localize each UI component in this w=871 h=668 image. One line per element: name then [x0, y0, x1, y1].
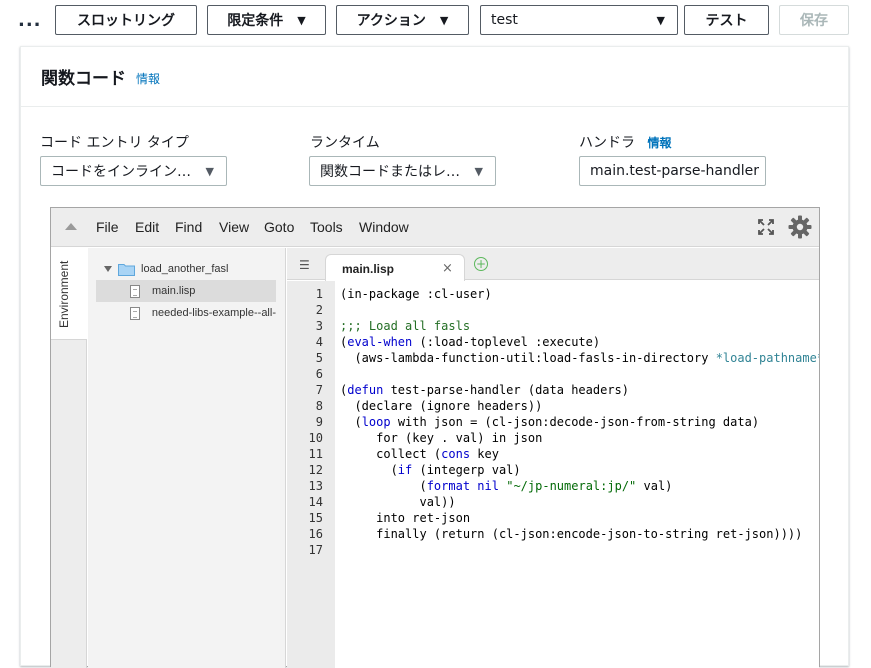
throttling-label: スロットリング [77, 13, 175, 29]
editor-tabbar: ☰ main.lisp × + [287, 248, 819, 281]
line-number: 11 [308, 447, 323, 461]
collapse-menu-icon[interactable] [65, 223, 77, 230]
line-number: 9 [315, 415, 323, 429]
line-number: 8 [315, 399, 323, 413]
line-number: 4 [315, 335, 323, 349]
line-number: 17 [308, 543, 323, 557]
top-toolbar: ... スロットリング 限定条件 ▼ アクション ▼ test ▼ テスト 保存 [0, 0, 871, 40]
code-line: for (key . val) in json [340, 431, 543, 445]
caret-down-icon: ▼ [439, 13, 449, 27]
panel-header: 関数コード 情報 [21, 47, 848, 107]
menu-edit[interactable]: Edit [135, 219, 159, 235]
code-line: (in-package :cl-user) [340, 287, 492, 301]
menu-file[interactable]: File [96, 219, 119, 235]
qualifiers-label: 限定条件 [227, 13, 284, 29]
code-area[interactable]: 1 2 3 4 5 6 7 8 9 10 11 12 13 14 15 16 1… [287, 281, 819, 668]
file-tree: load_another_fasl main.lisp needed-libs-… [88, 248, 286, 668]
menu-view[interactable]: View [219, 219, 249, 235]
code-line: ;;; Load all fasls [340, 319, 471, 333]
caret-down-icon: ▼ [656, 14, 665, 27]
line-number: 15 [308, 511, 323, 525]
line-number: 6 [315, 367, 323, 381]
line-number: 1 [315, 287, 323, 301]
qualifiers-dropdown[interactable]: 限定条件 ▼ [207, 5, 326, 35]
tab-main-lisp[interactable]: main.lisp × [325, 254, 465, 281]
close-icon[interactable]: × [442, 261, 453, 276]
code-line: (aws-lambda-function-util:load-fasls-in-… [340, 351, 819, 365]
test-button[interactable]: テスト [684, 5, 769, 35]
file-icon [130, 306, 140, 320]
handler-label: ハンドラ [579, 135, 635, 151]
handler-input[interactable]: main.test-parse-handler [579, 156, 766, 186]
handler-label-row: ハンドラ 情報 [579, 132, 671, 152]
file-icon [130, 284, 140, 298]
actions-dropdown[interactable]: アクション ▼ [336, 5, 469, 35]
environment-tab-label: Environment [57, 260, 71, 328]
code-line: (eval-when (:load-toplevel :execute) [340, 335, 601, 349]
line-number: 16 [308, 527, 323, 541]
line-number: 12 [308, 463, 323, 477]
gear-icon[interactable] [788, 215, 812, 239]
folder-icon [118, 263, 135, 276]
more-menu-dots[interactable]: ... [18, 10, 42, 31]
menu-goto[interactable]: Goto [264, 219, 294, 235]
environment-tab[interactable]: Environment [51, 248, 87, 340]
environment-side-panel: Environment [51, 248, 87, 668]
tree-file-row[interactable]: main.lisp [96, 280, 276, 302]
info-link[interactable]: 情報 [136, 70, 160, 87]
code-line: (format nil "~/jp-numeral:jp/" val) [340, 479, 673, 493]
menu-window[interactable]: Window [359, 219, 409, 235]
caret-down-icon: ▼ [474, 165, 483, 178]
save-label: 保存 [800, 13, 828, 29]
runtime-value: 関数コードまたはレ… [320, 164, 460, 180]
code-line: finally (return (cl-json:encode-json-to-… [340, 527, 803, 541]
add-tab-icon[interactable]: + [474, 257, 488, 271]
tab-label: main.lisp [342, 262, 395, 276]
file-name: needed-libs-example--all- [151, 307, 276, 319]
tree-file-row[interactable]: needed-libs-example--all- [96, 302, 276, 324]
line-number: 13 [308, 479, 323, 493]
caret-down-icon[interactable] [104, 266, 112, 272]
actions-label: アクション [356, 13, 426, 29]
menu-tools[interactable]: Tools [310, 219, 343, 235]
file-name: main.lisp [152, 285, 196, 297]
runtime-select[interactable]: 関数コードまたはレ… ▼ [309, 156, 496, 186]
fullscreen-icon[interactable] [757, 218, 775, 236]
handler-value: main.test-parse-handler [590, 163, 760, 179]
throttling-button[interactable]: スロットリング [55, 5, 197, 35]
runtime-label: ランタイム [310, 135, 380, 151]
line-number: 3 [315, 319, 323, 333]
menu-find[interactable]: Find [175, 219, 202, 235]
handler-info-link[interactable]: 情報 [647, 136, 671, 150]
line-number: 5 [315, 351, 323, 365]
code-entry-value: コードをインライン… [51, 164, 191, 180]
code-line: (declare (ignore headers)) [340, 399, 543, 413]
line-number: 14 [308, 495, 323, 509]
code-line: (loop with json = (cl-json:decode-json-f… [340, 415, 760, 429]
save-button[interactable]: 保存 [779, 5, 849, 35]
code-entry-label: コード エントリ タイプ [40, 135, 189, 151]
editor-menubar: File Edit Find View Goto Tools Window [51, 208, 819, 247]
line-number: 2 [315, 303, 323, 317]
tree-folder-row[interactable]: load_another_fasl [96, 258, 276, 280]
line-number: 7 [315, 383, 323, 397]
test-event-value: test [491, 12, 518, 28]
test-event-select[interactable]: test ▼ [480, 5, 678, 35]
code-line: collect (cons key [340, 447, 499, 461]
code-entry-select[interactable]: コードをインライン… ▼ [40, 156, 227, 186]
line-number: 10 [308, 431, 323, 445]
caret-down-icon: ▼ [205, 165, 214, 178]
code-editor: File Edit Find View Goto Tools Window En… [50, 207, 820, 668]
test-label: テスト [705, 13, 748, 29]
code-line: into ret-json [340, 511, 471, 525]
tab-list-icon[interactable]: ☰ [299, 258, 310, 272]
code-line: (if (integerp val) [340, 463, 521, 477]
code-line: (defun test-parse-handler (data headers) [340, 383, 629, 397]
line-gutter: 1 2 3 4 5 6 7 8 9 10 11 12 13 14 15 16 1… [287, 281, 335, 668]
panel-title: 関数コード [41, 69, 126, 89]
code-line: val)) [340, 495, 456, 509]
folder-name: load_another_fasl [141, 263, 229, 275]
caret-down-icon: ▼ [297, 13, 306, 27]
